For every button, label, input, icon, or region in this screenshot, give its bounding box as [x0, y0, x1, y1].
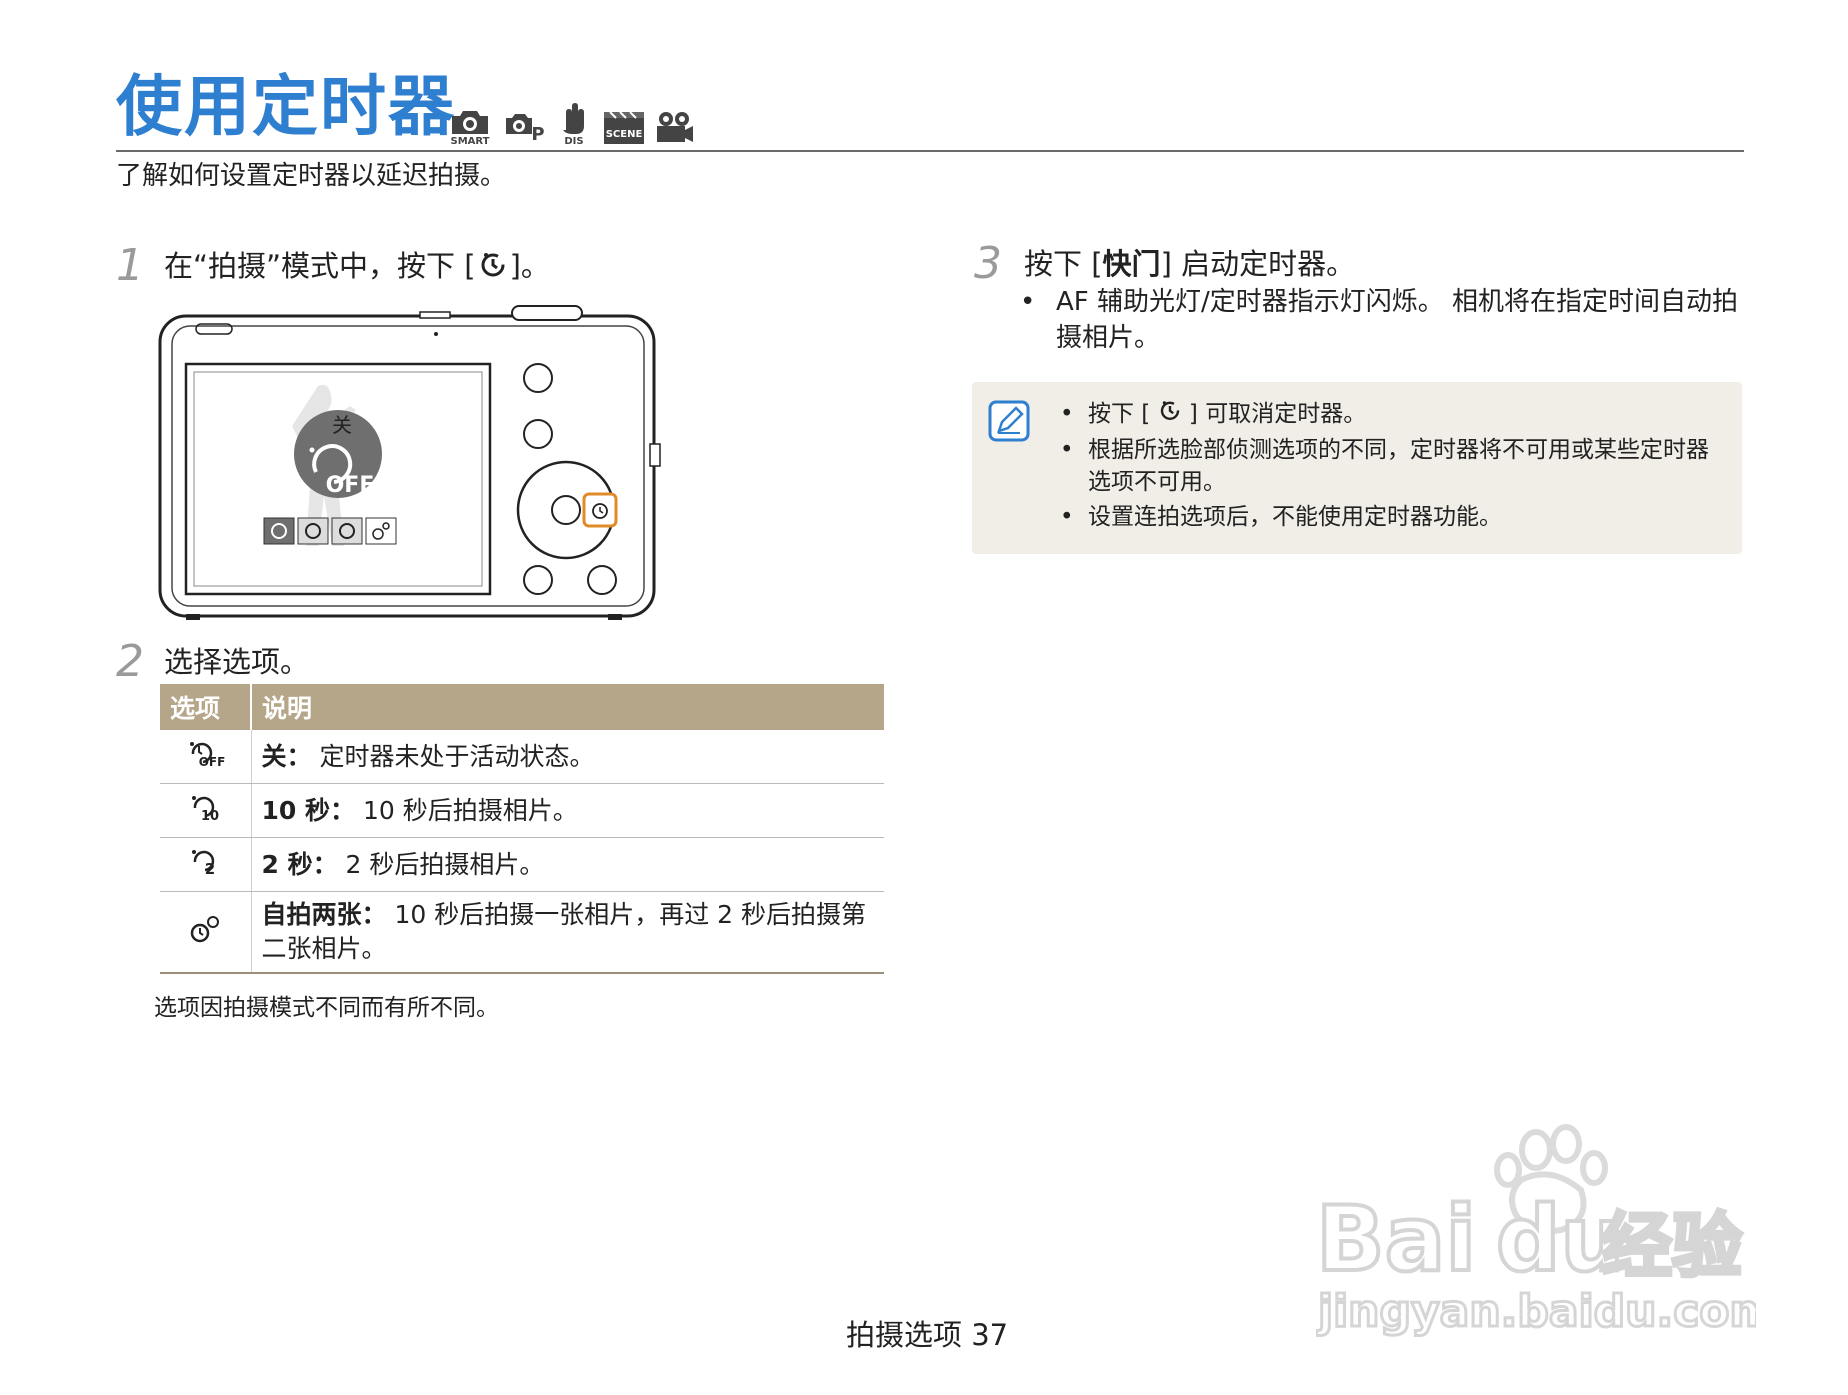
step-1-number: 1 — [116, 240, 144, 291]
movie-icon — [654, 110, 694, 146]
option-term: 10 秒： — [261, 795, 356, 825]
svg-text:2: 2 — [205, 860, 215, 876]
step-2: 2 选择选项。 — [116, 636, 309, 687]
step-2-text: 选择选项。 — [164, 644, 310, 679]
step-1-text-after: ]。 — [509, 248, 550, 283]
timer-off-icon: OFF — [160, 730, 252, 784]
table-row: OFF 关： 定时器未处于活动状态。 — [160, 730, 884, 784]
svg-text:Bai: Bai — [1316, 1187, 1476, 1292]
mode-icons: SMART P DIS SCENE — [446, 100, 694, 146]
step-3: 3 按下 [ 快门 ] 启动定时器。 — [974, 238, 1355, 289]
smart-auto-icon: SMART — [446, 106, 494, 146]
svg-text:P: P — [531, 124, 544, 145]
intro-text: 了解如何设置定时器以延迟拍摄。 — [116, 161, 507, 191]
table-header-row: 选项 说明 — [160, 684, 884, 730]
camera-back-illustration: 关 OFF — [158, 304, 668, 624]
step-3-number: 3 — [974, 238, 1002, 289]
step-3-bullet: • AF 辅助光灯/定时器指示灯闪烁。 相机将在指定时间自动拍摄相片。 — [1020, 284, 1742, 356]
page-title: 使用定时器 — [116, 68, 456, 145]
svg-text:SCENE: SCENE — [606, 129, 643, 140]
step-3-text-before: 按下 [ — [1024, 246, 1103, 281]
step-3-bullet-text: AF 辅助光灯/定时器指示灯闪烁。 相机将在指定时间自动拍摄相片。 — [1056, 287, 1739, 353]
option-desc: 2 秒后拍摄相片。 — [337, 849, 545, 879]
dual-is-icon: DIS — [554, 100, 594, 146]
timer-10s-icon: 10 — [160, 783, 252, 838]
program-icon: P — [502, 106, 546, 146]
note-box: • 按下 [ ] 可取消定时器。 • 根据所选脸部侦测选项的不同，定时器将不可用… — [972, 382, 1742, 554]
table-row: 自拍两张： 10 秒后拍摄一张相片，再过 2 秒后拍摄第二张相片。 — [160, 891, 884, 974]
svg-text:10: 10 — [201, 809, 219, 822]
double-timer-icon — [160, 891, 252, 974]
step-1-text-before: 在“拍摄”模式中，按下 [ — [164, 248, 476, 283]
screen-off-text: OFF — [326, 473, 375, 498]
option-term: 自拍两张： — [261, 900, 387, 929]
screen-label: 关 — [332, 413, 352, 437]
table-footnote: 选项因拍摄模式不同而有所不同。 — [154, 995, 499, 1021]
list-item: • 根据所选脸部侦测选项的不同，定时器将不可用或某些定时器选项不可用。 — [1060, 434, 1720, 498]
note-text: 根据所选脸部侦测选项的不同，定时器将不可用或某些定时器选项不可用。 — [1088, 437, 1709, 495]
footer-section: 拍摄选项 — [846, 1318, 963, 1352]
title-rule — [116, 150, 1744, 152]
page-number: 37 — [971, 1318, 1009, 1352]
table-row: 2 2 秒： 2 秒后拍摄相片。 — [160, 837, 884, 892]
svg-text:SMART: SMART — [451, 136, 490, 146]
timer-button-icon — [478, 249, 508, 283]
timer-options-table: 选项 说明 OFF 关： 定时器未处于活动状态。 10 10 秒： 10 秒后拍… — [160, 684, 884, 974]
table-header-option: 选项 — [160, 684, 252, 730]
baidu-watermark: Bai du 经验 jingyan.baidu.com — [1314, 1120, 1777, 1354]
option-term: 2 秒： — [261, 849, 338, 879]
scene-icon: SCENE — [602, 110, 646, 146]
note-text: 设置连拍选项后，不能使用定时器功能。 — [1088, 504, 1502, 530]
option-desc: 定时器未处于活动状态。 — [311, 741, 595, 771]
shutter-label: 快门 — [1102, 246, 1161, 281]
svg-text:jingyan.baidu.com: jingyan.baidu.com — [1316, 1286, 1756, 1337]
note-text: ] 可取消定时器。 — [1188, 401, 1367, 427]
table-header-description: 说明 — [251, 684, 884, 730]
svg-text:经验: 经验 — [1602, 1205, 1742, 1287]
note-pencil-icon — [988, 400, 1030, 446]
svg-text:DIS: DIS — [564, 136, 583, 146]
step-2-number: 2 — [116, 636, 144, 687]
note-list: • 按下 [ ] 可取消定时器。 • 根据所选脸部侦测选项的不同，定时器将不可用… — [1060, 398, 1720, 536]
note-text: 按下 [ — [1088, 401, 1151, 427]
page-footer: 拍摄选项 37 — [846, 1312, 1008, 1354]
table-row: 10 10 秒： 10 秒后拍摄相片。 — [160, 783, 884, 838]
list-item: • 设置连拍选项后，不能使用定时器功能。 — [1060, 501, 1720, 533]
option-desc: 10 秒后拍摄相片。 — [355, 795, 578, 825]
timer-2s-icon: 2 — [160, 837, 252, 892]
timer-button-icon — [1158, 398, 1182, 431]
step-3-text-after: ] 启动定时器。 — [1160, 246, 1356, 281]
option-term: 关： — [261, 741, 312, 771]
step-1: 1 在“拍摄”模式中，按下 [ ]。 — [116, 240, 550, 291]
list-item: • 按下 [ ] 可取消定时器。 — [1060, 398, 1720, 431]
svg-text:OFF: OFF — [199, 755, 225, 768]
